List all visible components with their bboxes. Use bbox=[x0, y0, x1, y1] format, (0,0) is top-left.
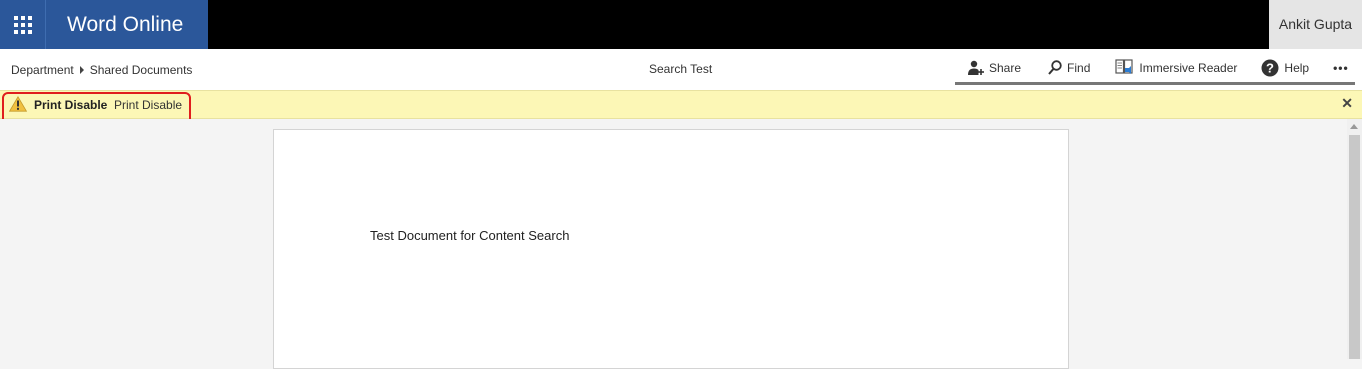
help-label: Help bbox=[1284, 60, 1310, 75]
action-toolbar: Share Find Immersive Reader ? Help ••• bbox=[955, 53, 1355, 85]
command-bar: Department Shared Documents Search Test … bbox=[0, 49, 1362, 90]
message-bar: Print Disable Print Disable ✕ bbox=[0, 90, 1362, 126]
immersive-reader-label: Immersive Reader bbox=[1139, 60, 1238, 75]
find-button[interactable]: Find bbox=[1048, 60, 1090, 75]
message-text: Print Disable bbox=[114, 98, 183, 112]
help-button[interactable]: ? Help bbox=[1261, 59, 1309, 77]
more-options-button[interactable]: ••• bbox=[1333, 61, 1349, 75]
more-options-icon: ••• bbox=[1333, 60, 1349, 75]
vertical-scrollbar[interactable] bbox=[1347, 119, 1362, 359]
document-body-text[interactable]: Test Document for Content Search bbox=[370, 228, 569, 243]
document-page[interactable]: Test Document for Content Search bbox=[273, 129, 1069, 369]
share-label: Share bbox=[989, 60, 1022, 75]
user-name[interactable]: Ankit Gupta bbox=[1269, 0, 1362, 49]
close-icon[interactable]: ✕ bbox=[1341, 95, 1353, 112]
scroll-up-icon[interactable] bbox=[1350, 124, 1358, 129]
document-title[interactable]: Search Test bbox=[649, 49, 712, 90]
search-icon bbox=[1048, 60, 1062, 75]
app-launcher-button[interactable] bbox=[0, 0, 46, 49]
message-title: Print Disable bbox=[34, 98, 108, 112]
document-canvas: Test Document for Content Search bbox=[0, 119, 1347, 369]
help-icon: ? bbox=[1261, 59, 1279, 76]
svg-text:?: ? bbox=[1266, 60, 1274, 75]
top-bar: Word Online Ankit Gupta bbox=[0, 0, 1362, 49]
warning-icon bbox=[9, 96, 27, 112]
app-launcher-icon bbox=[13, 15, 32, 34]
app-name[interactable]: Word Online bbox=[46, 0, 208, 49]
share-person-icon bbox=[968, 60, 984, 75]
breadcrumb-separator-icon bbox=[79, 65, 84, 74]
immersive-reader-icon bbox=[1115, 59, 1133, 74]
share-button[interactable]: Share bbox=[967, 60, 1021, 76]
immersive-reader-button[interactable]: Immersive Reader bbox=[1115, 59, 1237, 76]
find-label: Find bbox=[1067, 60, 1091, 75]
breadcrumb-item-department[interactable]: Department bbox=[11, 63, 74, 77]
scroll-thumb[interactable] bbox=[1349, 135, 1360, 359]
breadcrumb: Department Shared Documents bbox=[11, 49, 192, 90]
breadcrumb-item-shared-documents[interactable]: Shared Documents bbox=[90, 63, 193, 77]
